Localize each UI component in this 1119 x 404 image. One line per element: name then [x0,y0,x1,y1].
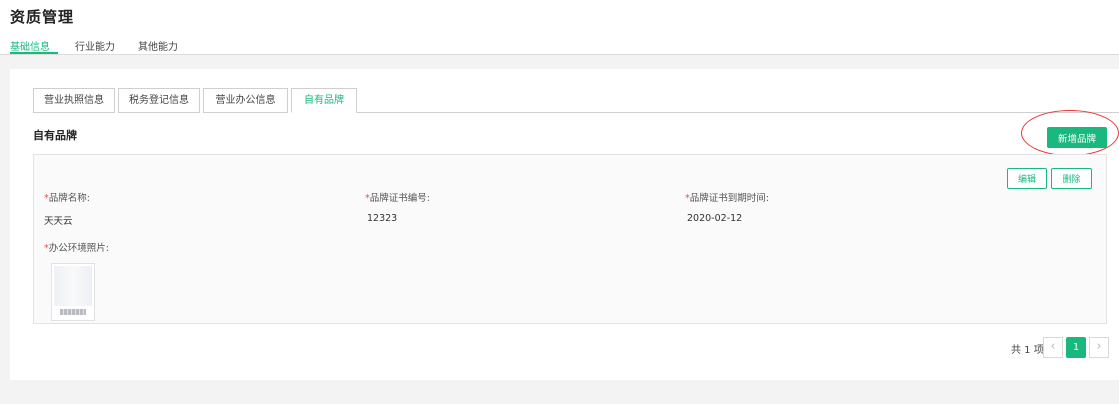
brand-cert-number-label: *品牌证书编号: [365,193,430,204]
chevron-right-icon[interactable]: › [1089,337,1109,358]
photo-caption [60,309,86,315]
brand-card [33,154,1107,324]
page-title: 资质管理 [10,8,75,26]
brand-cert-expiry-value: 2020-02-12 [687,213,743,224]
office-photo-label: *办公环境照片: [44,243,109,254]
section-title: 自有品牌 [33,129,77,142]
edit-button[interactable]: 编辑 [1007,168,1047,189]
add-brand-button[interactable]: 新增品牌 [1047,127,1107,148]
tab-other-capability[interactable]: 其他能力 [138,38,178,53]
page-header: 资质管理 基础信息 行业能力 其他能力 [0,0,1119,55]
photo-image [54,266,92,306]
brand-cert-expiry-label: *品牌证书到期时间: [685,193,769,204]
brand-name-value: 天天云 [44,216,73,227]
active-tab-indicator [10,52,58,54]
pagination-total: 共 1 项 [1011,345,1044,356]
brand-name-label: *品牌名称: [44,193,90,204]
pagination-page-1[interactable]: 1 [1066,337,1086,358]
tab-industry-capability[interactable]: 行业能力 [75,38,115,53]
sub-tab-tax-registration[interactable]: 税务登记信息 [118,88,200,113]
sub-tab-divider [357,112,1119,113]
delete-button[interactable]: 删除 [1051,168,1092,189]
sub-tab-business-license[interactable]: 营业执照信息 [33,88,115,113]
brand-cert-number-value: 12323 [367,213,398,224]
sub-tab-own-brand[interactable]: 自有品牌 [291,88,357,113]
sub-tab-office-info[interactable]: 营业办公信息 [203,88,288,113]
chevron-left-icon[interactable]: ‹ [1043,337,1063,358]
office-photo-thumbnail[interactable] [51,263,95,321]
tab-basic-info[interactable]: 基础信息 [10,38,50,53]
